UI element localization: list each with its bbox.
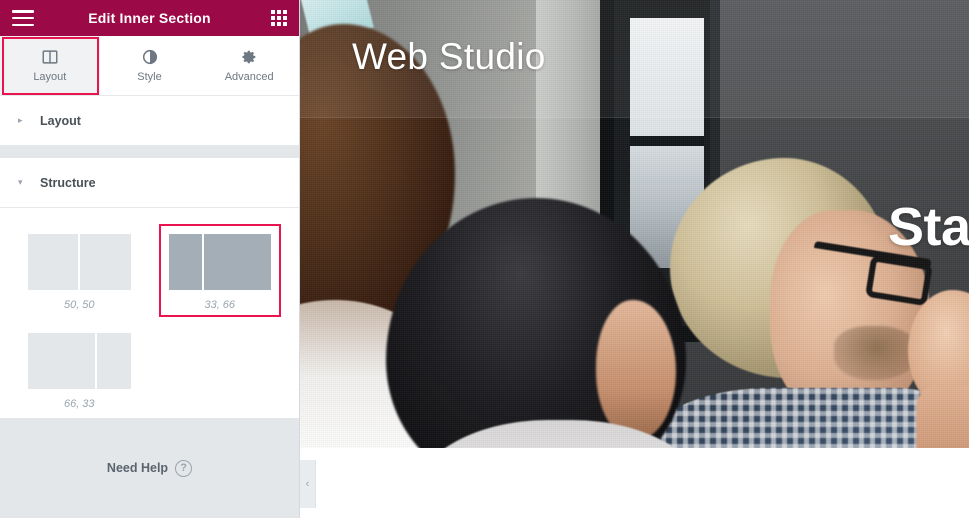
tab-layout[interactable]: Layout [0,36,100,95]
preset-label: 33, 66 [204,299,236,311]
gear-icon [242,50,256,64]
need-help-label: Need Help [106,461,169,475]
preset-column [80,234,131,290]
preset-preview [168,234,271,290]
structure-preset-33-66[interactable]: 33, 66 [158,224,281,317]
panel-tabs: Layout Style Advanced [0,36,299,96]
panel-header: Edit Inner Section [0,0,299,36]
structure-preset-grid: 50, 50 33, 66 66, 33 [18,224,281,416]
preset-column [28,234,79,290]
structure-preset-50-50[interactable]: 50, 50 [18,224,141,317]
tab-advanced-label: Advanced [224,71,274,83]
hero-title[interactable]: Web Studio [352,36,546,78]
tab-style-label: Style [137,71,162,83]
preset-column [28,333,95,389]
section-layout-label: Layout [40,113,81,128]
need-help-footer[interactable]: Need Help ? [0,418,299,518]
hero-headline[interactable]: Sta [888,196,969,258]
panel-collapse-handle[interactable]: ‹ [300,460,316,508]
preview-canvas: Web Studio Sta ‹ [300,0,969,518]
tab-style[interactable]: Style [99,36,200,95]
question-mark-icon: ? [175,459,193,477]
structure-options: 50, 50 33, 66 66, 33 [0,208,299,439]
preset-preview [28,234,131,290]
hero-section[interactable]: Web Studio Sta [300,0,969,448]
preset-column [168,234,202,290]
tab-advanced[interactable]: Advanced [199,36,299,95]
section-structure-label: Structure [40,175,96,190]
chevron-right-icon: ▸ [18,115,23,125]
preset-column [204,234,271,290]
section-structure[interactable]: ▾ Structure [0,158,299,208]
elementor-editor-screen: Edit Inner Section Layout Style Advanced… [0,0,969,518]
preset-column [97,333,131,389]
contrast-circle-icon [142,49,157,65]
preset-preview [28,333,131,389]
page-title: Edit Inner Section [88,10,211,26]
chevron-down-icon: ▾ [18,177,23,187]
preset-label: 66, 33 [63,398,95,410]
editor-panel: Edit Inner Section Layout Style Advanced… [0,0,300,518]
section-divider [0,146,299,158]
section-layout[interactable]: ▸ Layout [0,96,299,146]
structure-preset-66-33[interactable]: 66, 33 [18,323,141,416]
chevron-left-icon: ‹ [305,477,310,490]
columns-icon [42,50,58,64]
preset-label: 50, 50 [63,299,95,311]
tab-layout-label: Layout [33,71,67,83]
grid-apps-icon[interactable] [271,10,287,26]
